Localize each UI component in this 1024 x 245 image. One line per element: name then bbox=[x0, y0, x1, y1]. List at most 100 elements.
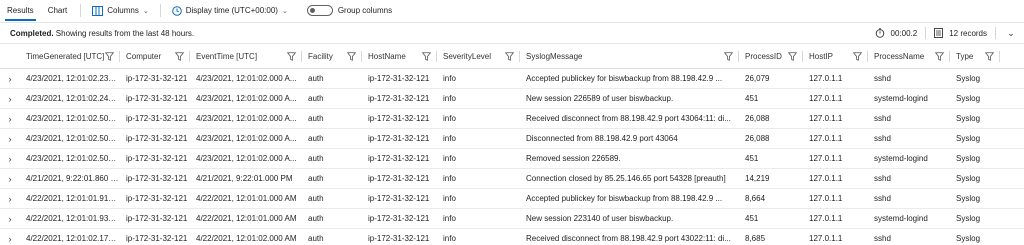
table-cell: 4/23/2021, 12:01:02.233 A... bbox=[20, 69, 120, 88]
cell-value: info bbox=[443, 194, 456, 203]
table-cell: ip-172-31-32-121 bbox=[362, 169, 437, 188]
table-cell: info bbox=[437, 149, 520, 168]
chevron-right-icon[interactable]: › bbox=[0, 69, 20, 88]
chevron-right-icon[interactable]: › bbox=[0, 169, 20, 188]
table-cell: 26,088 bbox=[739, 109, 803, 128]
table-cell: sshd bbox=[868, 109, 950, 128]
column-header[interactable]: EventTime [UTC] bbox=[190, 45, 302, 68]
columns-label: Columns bbox=[107, 6, 139, 15]
column-header[interactable]: HostName bbox=[362, 45, 437, 68]
column-header[interactable]: TimeGenerated [UTC] bbox=[20, 45, 120, 68]
table-row[interactable]: › 4/21/2021, 9:22:01.860 PM ip-172-31-32-1… bbox=[0, 169, 1024, 189]
chevron-right-icon[interactable]: › bbox=[0, 109, 20, 128]
filter-icon[interactable] bbox=[505, 52, 514, 61]
column-header[interactable]: SeverityLevel bbox=[437, 45, 520, 68]
chevron-right-icon[interactable]: › bbox=[0, 209, 20, 228]
filter-icon[interactable] bbox=[287, 52, 296, 61]
table-cell: auth bbox=[302, 189, 362, 208]
cell-value: 8,664 bbox=[745, 194, 766, 203]
toolbar-divider bbox=[80, 4, 82, 17]
cell-value: sshd bbox=[874, 174, 891, 183]
chevron-right-icon[interactable]: › bbox=[0, 89, 20, 108]
filter-icon[interactable] bbox=[853, 52, 862, 61]
table-row[interactable]: › 4/23/2021, 12:01:02.243 A... ip-172-31-3… bbox=[0, 89, 1024, 109]
table-row[interactable]: › 4/22/2021, 12:01:02.170 AM ip-172-31-32-… bbox=[0, 229, 1024, 245]
filter-icon[interactable] bbox=[724, 52, 733, 61]
filter-icon[interactable] bbox=[422, 52, 431, 61]
column-divider[interactable] bbox=[999, 51, 1000, 62]
cell-value: 4/23/2021, 12:01:02.000 A... bbox=[196, 74, 297, 83]
status-completed: Completed. bbox=[10, 28, 54, 38]
cell-value: info bbox=[443, 74, 456, 83]
chevron-down-icon: ⌄ bbox=[142, 7, 149, 15]
chevron-right-icon[interactable]: › bbox=[0, 129, 20, 148]
status-divider bbox=[995, 27, 996, 39]
table-row[interactable]: › 4/23/2021, 12:01:02.500 A... ip-172-31-3… bbox=[0, 129, 1024, 149]
filter-icon[interactable] bbox=[788, 52, 797, 61]
expand-icon[interactable]: ⌄ bbox=[1004, 28, 1018, 39]
column-header[interactable]: Facility bbox=[302, 45, 362, 68]
cell-value: sshd bbox=[874, 194, 891, 203]
table-cell: 127.0.1.1 bbox=[803, 69, 868, 88]
column-header[interactable]: ProcessID bbox=[739, 45, 803, 68]
filter-icon[interactable] bbox=[935, 52, 944, 61]
cell-value: auth bbox=[308, 154, 324, 163]
tab-chart[interactable]: Chart bbox=[41, 0, 75, 21]
columns-button[interactable]: Columns ⌄ bbox=[87, 0, 153, 21]
cell-value: 4/23/2021, 12:01:02.500 A... bbox=[26, 114, 120, 123]
table-cell: sshd bbox=[868, 129, 950, 148]
filter-icon[interactable] bbox=[105, 52, 114, 61]
table-cell: ip-172-31-32-121 bbox=[120, 129, 190, 148]
column-header[interactable]: HostIP bbox=[803, 45, 868, 68]
table-cell: Syslog bbox=[950, 209, 1000, 228]
table-row[interactable]: › 4/23/2021, 12:01:02.503 A... ip-172-31-3… bbox=[0, 149, 1024, 169]
table-cell: ip-172-31-32-121 bbox=[362, 89, 437, 108]
column-header-label: HostIP bbox=[809, 52, 834, 61]
filter-icon[interactable] bbox=[175, 52, 184, 61]
chevron-right-icon[interactable]: › bbox=[0, 189, 20, 208]
cell-value: Received disconnect from 88.198.42.9 por… bbox=[526, 234, 731, 243]
table-cell: Accepted publickey for biswbackup from 8… bbox=[520, 189, 739, 208]
group-columns-toggle[interactable] bbox=[306, 5, 333, 16]
table-body: › 4/23/2021, 12:01:02.233 A... ip-172-31-3… bbox=[0, 69, 1024, 245]
column-header[interactable]: ProcessName bbox=[868, 45, 950, 68]
cell-value: Accepted publickey for biswbackup from 8… bbox=[526, 194, 723, 203]
filter-icon[interactable] bbox=[347, 52, 356, 61]
table-row[interactable]: › 4/23/2021, 12:01:02.233 A... ip-172-31-3… bbox=[0, 69, 1024, 89]
filter-icon[interactable] bbox=[985, 52, 994, 61]
table-cell: 4/22/2021, 12:01:01.910 AM bbox=[20, 189, 120, 208]
table-cell: Received disconnect from 88.198.42.9 por… bbox=[520, 229, 739, 245]
column-header[interactable]: SyslogMessage bbox=[520, 45, 739, 68]
cell-value: 127.0.1.1 bbox=[809, 114, 843, 123]
cell-value: 4/22/2021, 12:01:02.170 AM bbox=[26, 234, 120, 243]
cell-value: ip-172-31-32-121 bbox=[126, 194, 188, 203]
table-cell: 4/23/2021, 12:01:02.000 A... bbox=[190, 69, 302, 88]
table-cell: Received disconnect from 88.198.42.9 por… bbox=[520, 109, 739, 128]
chevron-right-icon[interactable]: › bbox=[0, 149, 20, 168]
table-cell: 451 bbox=[739, 149, 803, 168]
cell-value: New session 223140 of user biswbackup. bbox=[526, 214, 674, 223]
cell-value: 4/23/2021, 12:01:02.000 A... bbox=[196, 134, 297, 143]
table-cell: Accepted publickey for biswbackup from 8… bbox=[520, 69, 739, 88]
table-cell: ip-172-31-32-121 bbox=[120, 89, 190, 108]
table-row[interactable]: › 4/22/2021, 12:01:01.910 AM ip-172-31-32-… bbox=[0, 189, 1024, 209]
column-header[interactable]: Computer bbox=[120, 45, 190, 68]
display-time-button[interactable]: Display time (UTC+00:00) ⌄ bbox=[167, 0, 293, 21]
toolbar-divider bbox=[159, 4, 161, 17]
table-cell: 127.0.1.1 bbox=[803, 89, 868, 108]
table-cell: 4/22/2021, 12:01:01.000 AM bbox=[190, 189, 302, 208]
table-row[interactable]: › 4/23/2021, 12:01:02.500 A... ip-172-31-3… bbox=[0, 109, 1024, 129]
cell-value: auth bbox=[308, 234, 324, 243]
table-cell: 127.0.1.1 bbox=[803, 189, 868, 208]
table-cell: auth bbox=[302, 229, 362, 245]
column-header[interactable]: Type bbox=[950, 45, 1000, 68]
table-cell: 26,088 bbox=[739, 129, 803, 148]
chevron-right-icon[interactable]: › bbox=[0, 229, 20, 245]
tab-results[interactable]: Results bbox=[0, 0, 41, 21]
table-cell: 127.0.1.1 bbox=[803, 229, 868, 245]
table-cell: 4/21/2021, 9:22:01.860 PM bbox=[20, 169, 120, 188]
table-cell: 4/21/2021, 9:22:01.000 PM bbox=[190, 169, 302, 188]
table-cell: 4/22/2021, 12:01:01.937 AM bbox=[20, 209, 120, 228]
table-row[interactable]: › 4/22/2021, 12:01:01.937 AM ip-172-31-32-… bbox=[0, 209, 1024, 229]
cell-value: 127.0.1.1 bbox=[809, 194, 843, 203]
